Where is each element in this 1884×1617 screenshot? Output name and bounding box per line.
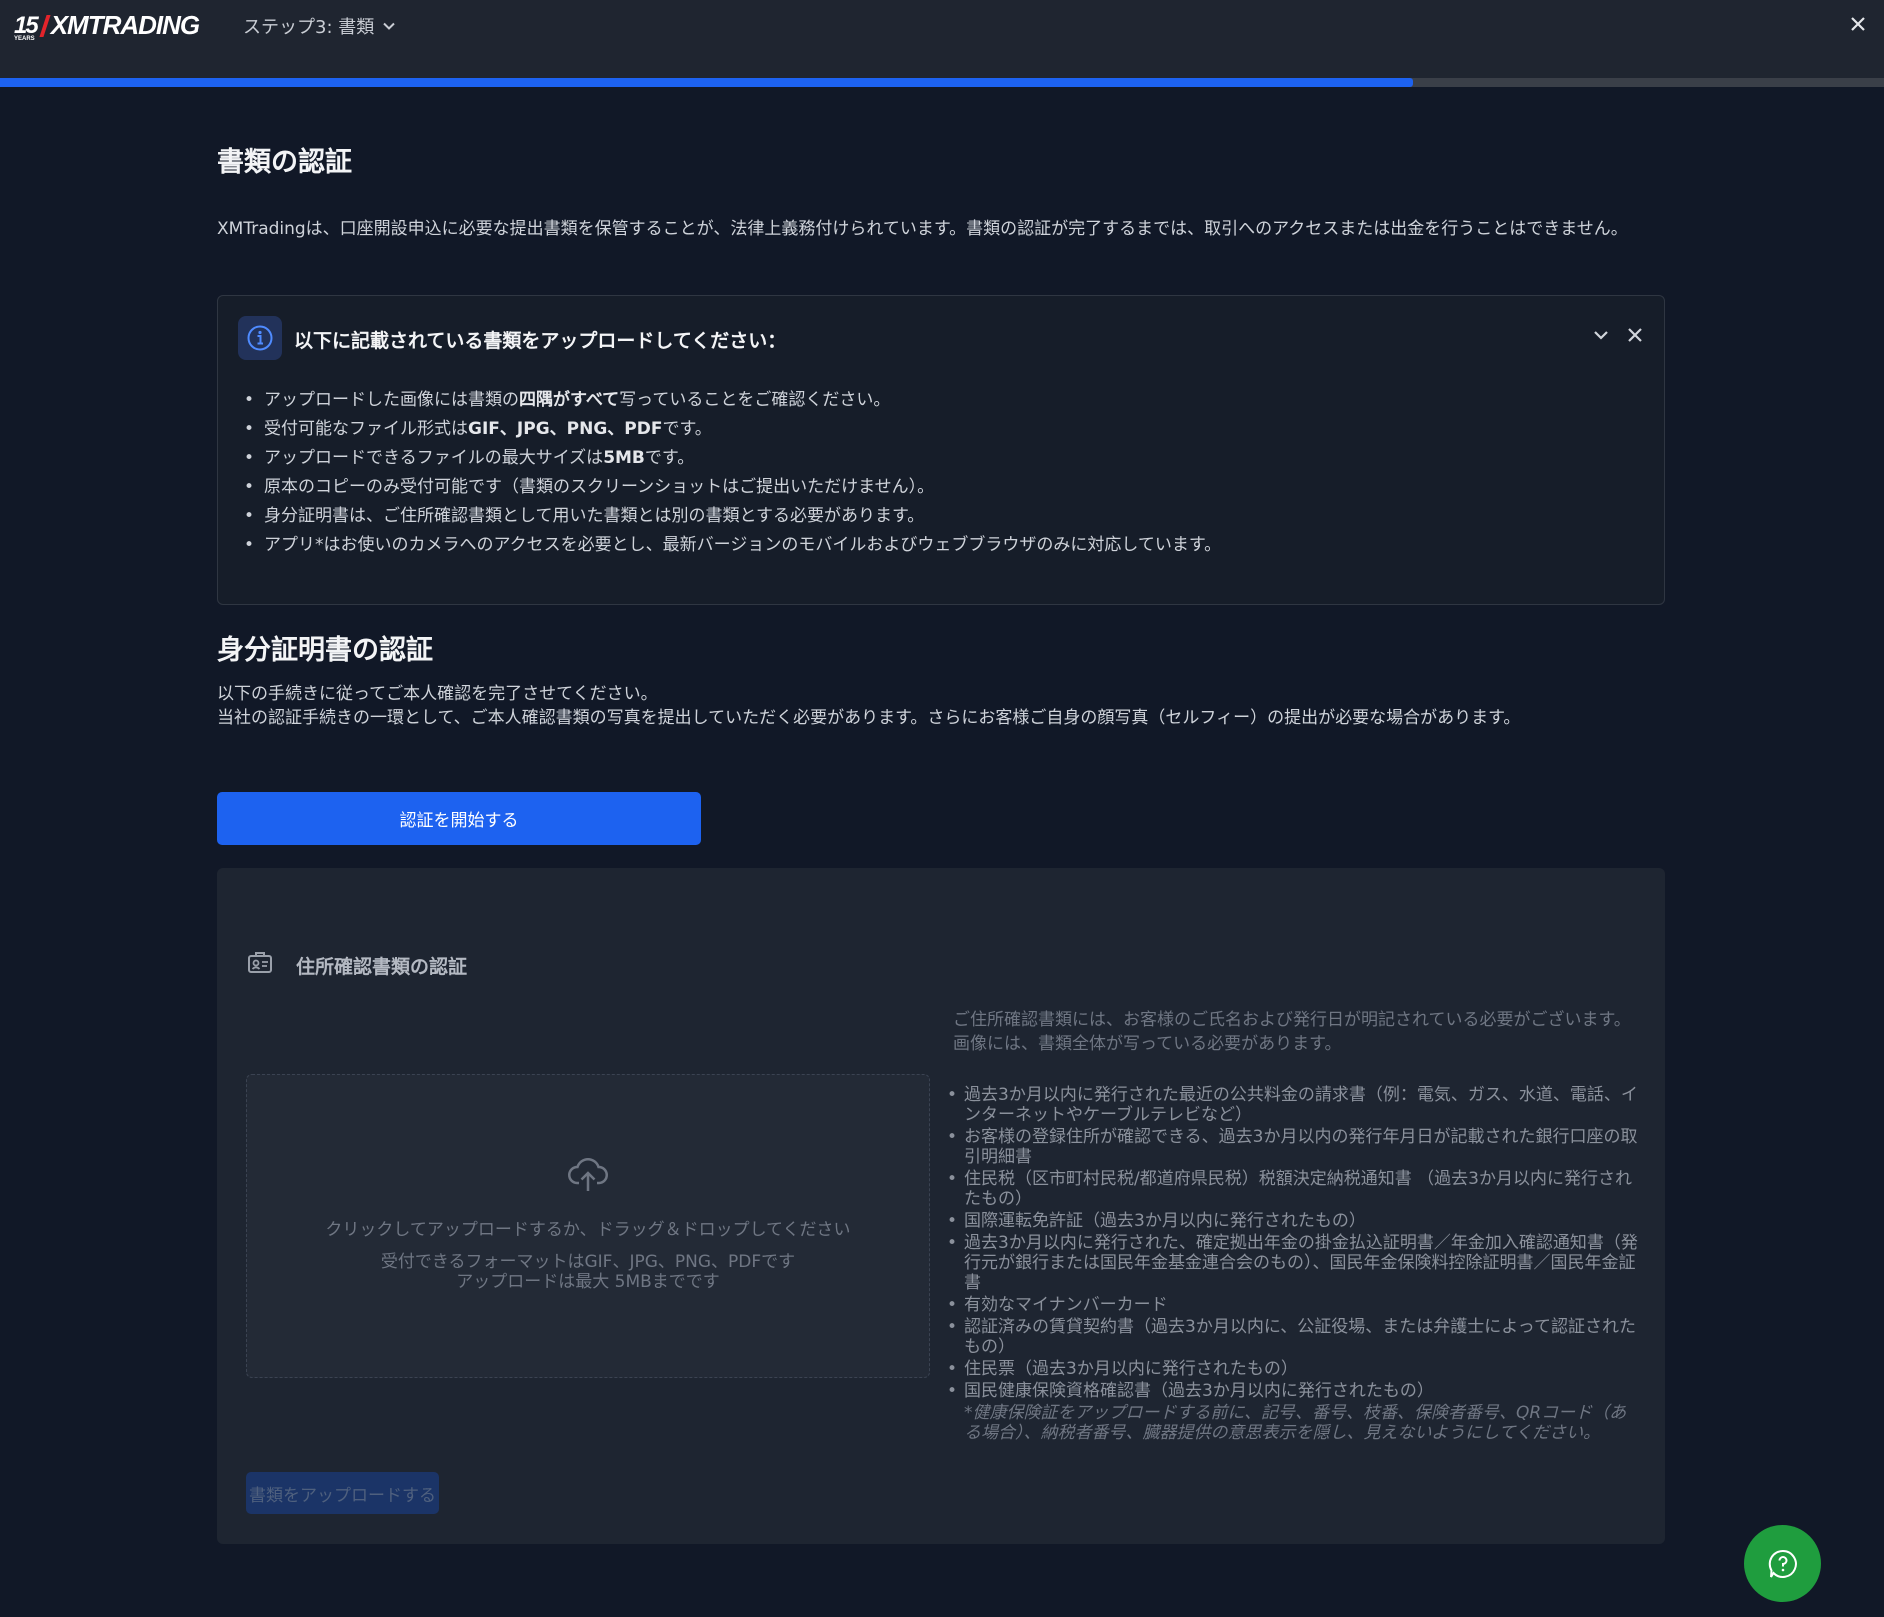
info-icon <box>238 316 282 360</box>
top-bar: 15 YEARS XMTRADING ステップ3: 書類 <box>0 0 1884 78</box>
identity-description: 以下の手続きに従ってご本人確認を完了させてください。 当社の認証手続きの一環とし… <box>217 684 1521 728</box>
step-selector-dropdown[interactable]: ステップ3: 書類 <box>243 13 396 39</box>
list-item: 認証済みの賃貸契約書（過去3か月以内に、公証役場、または弁護士によって認証された… <box>947 1317 1639 1357</box>
list-item: 住民票（過去3か月以内に発行されたもの） <box>947 1359 1639 1379</box>
list-item: アプリ*はお使いのカメラへのアクセスを必要とし、最新バージョンのモバイルおよびウ… <box>244 531 1221 560</box>
chevron-down-icon <box>383 22 395 30</box>
identity-title: 身分証明書の認証 <box>217 635 433 666</box>
help-chat-icon <box>1768 1549 1797 1578</box>
logo-years-number: 15 <box>14 12 39 39</box>
main-content: 書類の認証 XMTradingは、口座開設申込に必要な提出書類を保管することが、… <box>217 140 1667 1544</box>
logo-slash <box>39 15 51 37</box>
start-verification-button[interactable]: 認証を開始する <box>217 792 701 845</box>
upload-documents-button[interactable]: 書類をアップロードする <box>246 1472 439 1514</box>
list-item: 国際運転免許証（過去3か月以内に発行されたもの） <box>947 1211 1639 1231</box>
upload-instructions-panel: 以下に記載されている書類をアップロードしてください： アップロードした画像には書… <box>217 295 1665 605</box>
instructions-title: 以下に記載されている書類をアップロードしてください： <box>294 330 787 352</box>
progress-bar <box>0 78 1884 87</box>
logo-brand: XMTRADING <box>50 10 200 40</box>
list-item: お客様の登録住所が確認できる、過去3か月以内の発行年月日が記載された銀行口座の取… <box>947 1127 1639 1167</box>
address-requirements-note: ご住所確認書類には、お客様のご氏名および発行日が明記されている必要がございます。… <box>953 1010 1631 1054</box>
logo-years-word: YEARS <box>14 36 35 42</box>
list-item: 過去3か月以内に発行された、確定拠出年金の掛金払込証明書／年金加入確認通知書（発… <box>947 1233 1639 1293</box>
dropzone-instruction: クリックしてアップロードするか、ドラッグ＆ドロップしてください <box>325 1220 851 1240</box>
list-item: 受付可能なファイル形式はGIF、JPG、PNG、PDFです。 <box>244 415 1221 444</box>
file-dropzone[interactable]: クリックしてアップロードするか、ドラッグ＆ドロップしてください 受付できるフォー… <box>246 1074 930 1378</box>
list-item: 国民健康保険資格確認書（過去3か月以内に発行されたもの） <box>947 1381 1639 1401</box>
list-item: アップロードできるファイルの最大サイズは5MBです。 <box>244 444 1221 473</box>
instructions-list: アップロードした画像には書類の四隅がすべて写っていることをご確認ください。 受付… <box>244 386 1221 560</box>
insurance-note: *健康保険証をアップロードする前に、記号、番号、枝番、保険者番号、QRコード（あ… <box>964 1403 1627 1443</box>
progress-bar-fill <box>0 78 1413 87</box>
address-title: 住所確認書類の認証 <box>296 956 468 978</box>
documents-title: 書類の認証 <box>217 147 352 178</box>
help-chat-button[interactable] <box>1744 1525 1821 1602</box>
list-item: 住民税（区市町村民税/都道府県民税）税額決定納税通知書 （過去3か月以内に発行さ… <box>947 1169 1639 1209</box>
xm-logo[interactable]: 15 YEARS XMTRADING <box>14 10 200 42</box>
address-verification-panel: 住所確認書類の認証 クリックしてアップロードするか、ドラッグ＆ドロップしてくださ… <box>217 868 1665 1544</box>
close-icon[interactable] <box>1624 324 1646 346</box>
documents-description: XMTradingは、口座開設申込に必要な提出書類を保管することが、法律上義務付… <box>217 219 1628 239</box>
list-item: 身分証明書は、ご住所確認書類として用いた書類とは別の書類とする必要があります。 <box>244 502 1221 531</box>
chevron-down-icon[interactable] <box>1590 324 1612 346</box>
id-card-icon <box>248 952 272 973</box>
dropzone-size: アップロードは最大 5MBまでです <box>456 1272 720 1292</box>
list-item: 原本のコピーのみ受付可能です（書類のスクリーンショットはご提出いただけません）。 <box>244 473 1221 502</box>
cloud-upload-icon <box>568 1158 608 1191</box>
step-label: ステップ3: 書類 <box>243 17 375 38</box>
list-item: 有効なマイナンバーカード <box>947 1295 1639 1315</box>
accepted-documents-list: 過去3か月以内に発行された最近の公共料金の請求書（例：電気、ガス、水道、電話、イ… <box>947 1085 1639 1443</box>
list-item: アップロードした画像には書類の四隅がすべて写っていることをご確認ください。 <box>244 386 1221 415</box>
list-item: 過去3か月以内に発行された最近の公共料金の請求書（例：電気、ガス、水道、電話、イ… <box>947 1085 1639 1125</box>
close-icon[interactable] <box>1848 14 1868 34</box>
